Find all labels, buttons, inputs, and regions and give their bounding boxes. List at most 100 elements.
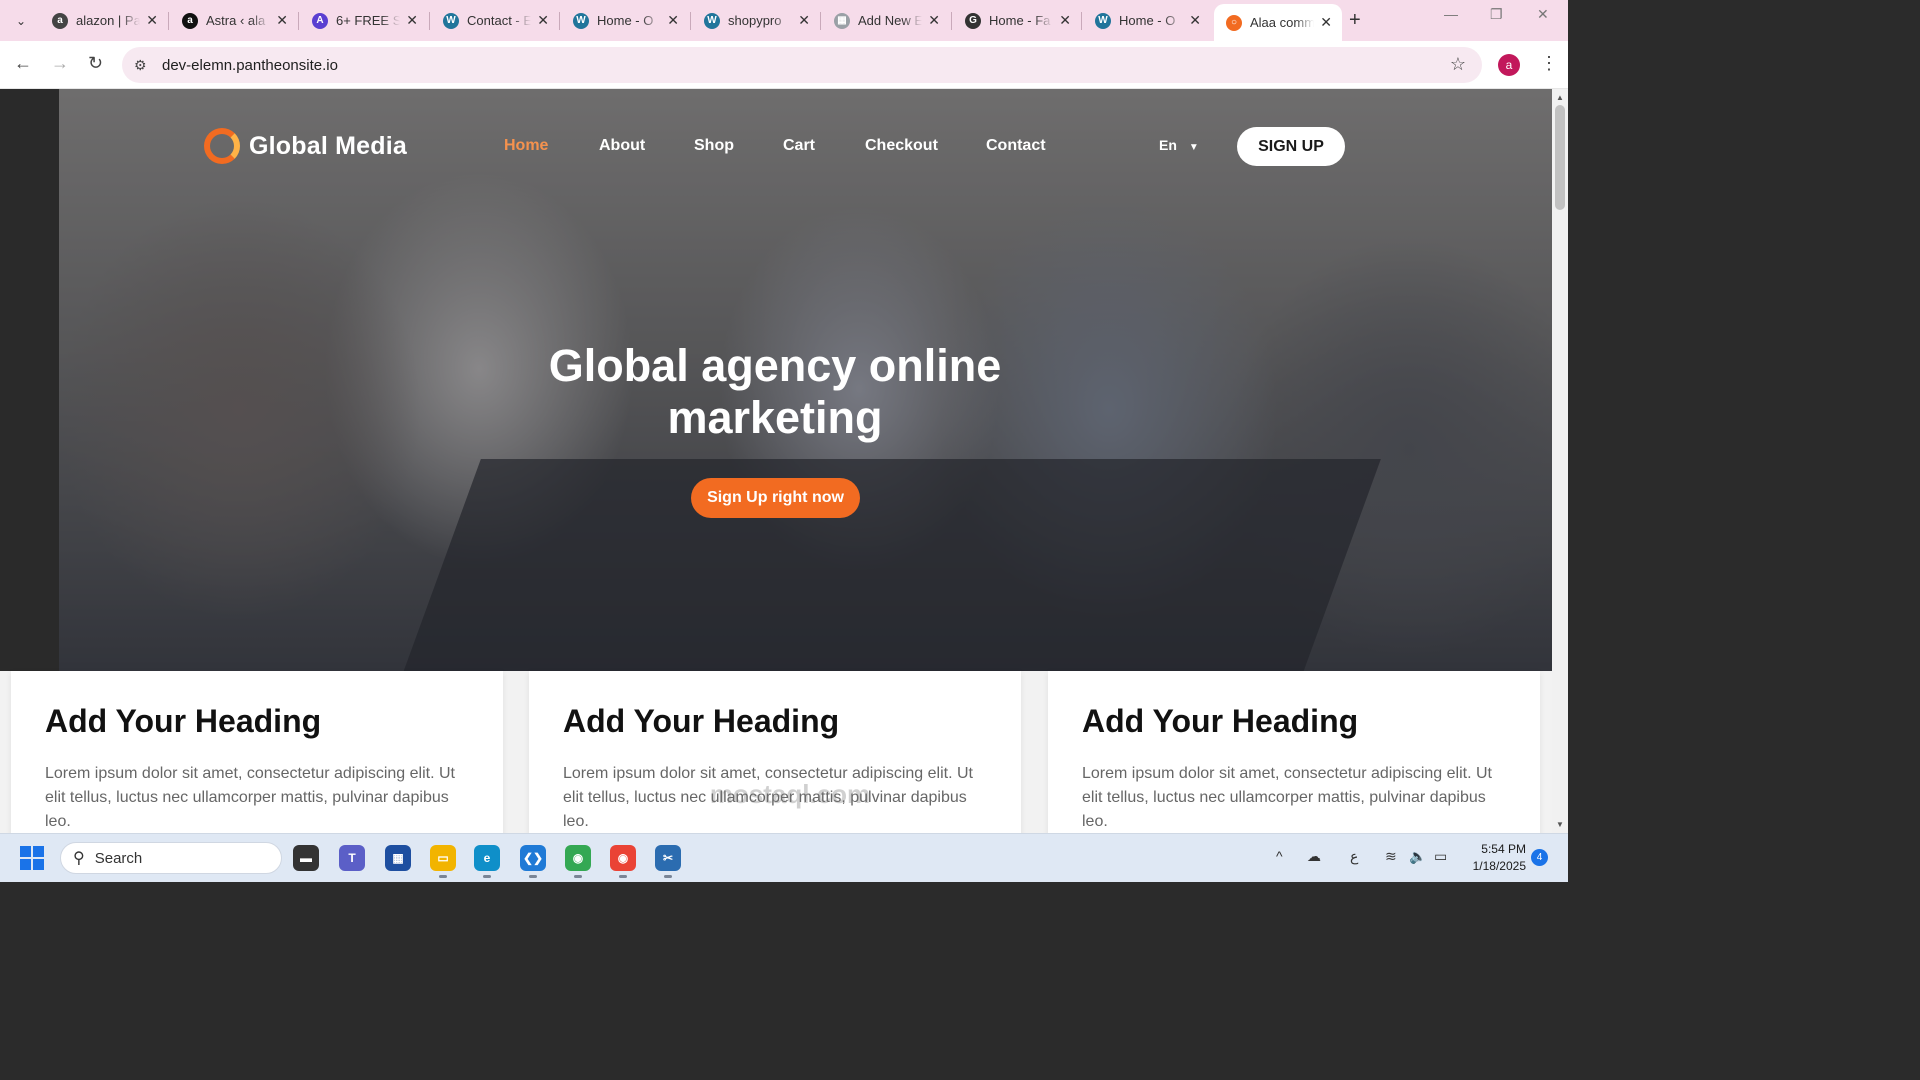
battery-icon[interactable]: ▭ — [1434, 848, 1447, 865]
input-language-indicator[interactable]: ع — [1350, 848, 1358, 865]
notification-badge[interactable]: 4 — [1531, 849, 1548, 866]
minimize-icon[interactable]: — — [1444, 6, 1458, 22]
onedrive-icon[interactable]: ☁ — [1307, 848, 1321, 865]
tab-title: 6+ FREE S — [336, 13, 401, 28]
tab-close-icon[interactable]: ✕ — [798, 12, 810, 29]
scroll-down-icon[interactable]: ▼ — [1556, 820, 1564, 829]
url-text[interactable]: dev-elemn.pantheonsite.io — [162, 57, 338, 74]
hero-signup-button[interactable]: Sign Up right now — [691, 478, 860, 518]
page-icon: ▦ — [834, 12, 850, 29]
volume-icon[interactable]: 🔈 — [1409, 848, 1426, 865]
tab-close-icon[interactable]: ✕ — [928, 12, 940, 29]
browser-tab[interactable]: ○ Alaa comm ✕ — [1214, 4, 1342, 41]
gx-icon: G — [965, 12, 981, 29]
browser-tab[interactable]: G Home - Fa ✕ — [953, 4, 1081, 37]
caret-down-icon: ▼ — [1188, 142, 1199, 153]
card-heading: Add Your Heading — [563, 703, 840, 739]
browser-tab-bar: ⌄ a alazon | Pa ✕ a Astra ‹ ala ✕ A 6+ FREE S ✕ W… — [0, 0, 1568, 41]
page-scrollbar[interactable]: ▲ ▼ — [1552, 89, 1568, 833]
tab-close-icon[interactable]: ✕ — [146, 12, 158, 29]
tab-close-icon[interactable]: ✕ — [667, 12, 679, 29]
browser-toolbar: ← → ↻ ⚙ dev-elemn.pantheonsite.io ☆ a ⋮ — [0, 41, 1568, 89]
global-media-favicon: ○ — [1226, 14, 1242, 31]
nav-item-cart[interactable]: Cart — [783, 137, 815, 155]
nav-item-contact[interactable]: Contact — [986, 137, 1046, 155]
chrome-profile-icon[interactable]: ◉ — [610, 845, 636, 878]
tab-separator — [951, 12, 952, 30]
tab-title: Contact - E — [467, 13, 532, 28]
browser-tab[interactable]: ▦ Add New E ✕ — [822, 4, 950, 37]
hero-title: Global agency online marketing — [59, 340, 1491, 444]
wordpress-icon: W — [443, 12, 459, 29]
alazon-favicon: a — [52, 12, 68, 29]
browser-tab[interactable]: A 6+ FREE S ✕ — [300, 4, 428, 37]
back-icon[interactable]: ← — [14, 53, 32, 74]
task-view-icon[interactable]: ▬ — [293, 845, 319, 871]
chrome-icon[interactable]: ◉ — [565, 845, 591, 878]
logo-text: Global Media — [249, 131, 407, 160]
tab-separator — [168, 12, 169, 30]
wifi-icon[interactable]: ≋ — [1385, 848, 1397, 865]
teams-icon[interactable]: T — [339, 845, 365, 871]
browser-tab[interactable]: Wshopypro ✕ — [692, 4, 820, 37]
bookmark-star-icon[interactable]: ☆ — [1450, 54, 1466, 75]
tray-overflow-icon[interactable]: ^ — [1276, 848, 1283, 864]
new-tab-button[interactable]: + — [1349, 9, 1361, 32]
tab-close-icon[interactable]: ✕ — [537, 12, 549, 29]
snipping-tool-icon[interactable]: ✂ — [655, 845, 681, 878]
browser-tab[interactable]: W Home - O ✕ — [1083, 4, 1211, 37]
reload-icon[interactable]: ↻ — [88, 53, 103, 74]
tab-title: Home - O — [597, 13, 654, 28]
wordpress-icon: W — [704, 12, 720, 29]
page-viewport: Global Media Home About Shop Cart Checko… — [0, 89, 1552, 833]
hero-title-line-1: Global agency online — [548, 340, 1002, 391]
browser-menu-icon[interactable]: ⋮ — [1540, 53, 1558, 74]
browser-tab[interactable]: W Home - O ✕ — [561, 4, 689, 37]
store-icon[interactable]: ▦ — [385, 845, 411, 871]
page-left-strip — [0, 89, 59, 671]
browser-tab[interactable]: W Contact - E ✕ — [431, 4, 559, 37]
amazon-icon: a — [182, 12, 198, 29]
feature-card: Add Your Heading Lorem ipsum dolor sit a… — [11, 671, 503, 833]
astra-icon: A — [312, 12, 328, 29]
window-close-icon[interactable]: ✕ — [1537, 6, 1549, 23]
wordpress-icon: W — [1095, 12, 1111, 29]
site-info-icon[interactable]: ⚙ — [134, 57, 152, 74]
site-logo[interactable]: Global Media — [204, 128, 407, 164]
feature-card: Add Your Heading Lorem ipsum dolor sit a… — [1048, 671, 1540, 833]
nav-item-checkout[interactable]: Checkout — [865, 137, 938, 155]
signup-button[interactable]: SIGN UP — [1237, 127, 1345, 166]
file-explorer-icon[interactable]: ▭ — [430, 845, 456, 878]
nav-item-home[interactable]: Home — [504, 137, 548, 155]
browser-tab[interactable]: a Astra ‹ ala ✕ — [170, 4, 298, 37]
tab-separator — [1081, 12, 1082, 30]
system-clock[interactable]: 5:54 PM 1/18/2025 — [1466, 841, 1526, 875]
tab-close-icon[interactable]: ✕ — [1189, 12, 1201, 29]
restore-icon[interactable]: ❐ — [1490, 6, 1503, 23]
browser-tab[interactable]: a alazon | Pa ✕ — [40, 4, 168, 37]
tab-title: Astra ‹ ala — [206, 13, 266, 28]
windows-start-icon[interactable] — [20, 846, 44, 870]
profile-avatar[interactable]: a — [1498, 54, 1520, 76]
address-bar[interactable]: ⚙ dev-elemn.pantheonsite.io ☆ — [122, 47, 1482, 83]
tab-search-button[interactable]: ⌄ — [8, 8, 34, 34]
wordpress-icon: W — [573, 12, 589, 29]
vscode-icon[interactable]: ❮❯ — [520, 845, 546, 878]
tab-close-icon[interactable]: ✕ — [1320, 14, 1332, 31]
forward-icon[interactable]: → — [51, 53, 69, 74]
taskbar-search[interactable]: ⚲ Search — [60, 842, 282, 874]
tab-close-icon[interactable]: ✕ — [406, 12, 418, 29]
card-text: Lorem ipsum dolor sit amet, consectetur … — [1082, 765, 1492, 830]
tab-separator — [559, 12, 560, 30]
language-switcher[interactable]: En ▼ — [1159, 137, 1199, 153]
edge-icon[interactable]: e — [474, 845, 500, 878]
tab-close-icon[interactable]: ✕ — [1059, 12, 1071, 29]
tab-close-icon[interactable]: ✕ — [276, 12, 288, 29]
tab-title: alazon | Pa — [76, 13, 141, 28]
nav-item-about[interactable]: About — [599, 137, 645, 155]
scroll-thumb[interactable] — [1555, 105, 1565, 210]
card-heading: Add Your Heading — [45, 703, 322, 739]
nav-item-shop[interactable]: Shop — [694, 137, 734, 155]
scroll-up-icon[interactable]: ▲ — [1556, 93, 1564, 102]
tab-title: Home - Fa — [989, 13, 1051, 28]
